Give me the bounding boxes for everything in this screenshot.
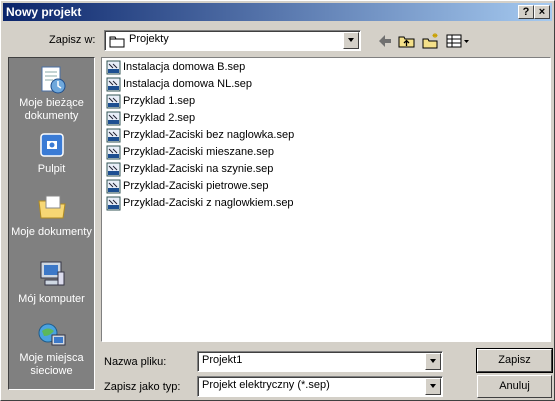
file-name: Instalacja domowa B.sep xyxy=(123,61,246,73)
view-menu-icon[interactable] xyxy=(445,31,471,51)
place-recent-documents[interactable]: Moje bieżące dokumenty xyxy=(9,64,94,126)
place-network-places[interactable]: Moje miejsca sieciowe xyxy=(9,320,94,382)
filetype-dropdown-arrow[interactable] xyxy=(425,378,441,395)
filename-value: Projekt1 xyxy=(202,354,243,366)
filename-label: Nazwa pliku: xyxy=(104,356,167,368)
sep-file-icon xyxy=(106,111,121,126)
location-value: Projekty xyxy=(129,33,169,45)
place-label: Pulpit xyxy=(37,163,66,175)
file-name: Przyklad-Zaciski mieszane.sep xyxy=(123,146,274,158)
recent-documents-icon xyxy=(41,66,66,94)
file-list[interactable]: Instalacja domowa B.sep Instalacja domowa… xyxy=(101,57,551,342)
filename-dropdown-arrow[interactable] xyxy=(425,353,441,370)
my-documents-icon xyxy=(38,195,66,219)
sep-file-icon xyxy=(106,196,121,211)
file-name: Przyklad 1.sep xyxy=(123,95,196,107)
places-bar: Moje bieżące dokumenty Pulpit Moje dokum… xyxy=(8,57,95,390)
sep-file-icon xyxy=(106,162,121,177)
file-name: Przyklad-Zaciski z naglowkiem.sep xyxy=(123,197,294,209)
filetype-select[interactable]: Projekt elektryczny (*.sep) xyxy=(197,376,443,397)
title-bar: Nowy projekt ? × xyxy=(3,3,552,21)
place-label: Moje dokumenty xyxy=(11,226,92,238)
file-name: Przyklad-Zaciski na szynie.sep xyxy=(123,163,274,175)
sep-file-icon xyxy=(106,145,121,160)
file-name: Przyklad-Zaciski bez naglowka.sep xyxy=(123,129,295,141)
place-my-documents[interactable]: Moje dokumenty xyxy=(9,191,94,253)
my-computer-icon xyxy=(40,261,65,286)
place-label: Mój komputer xyxy=(18,293,85,305)
desktop-icon xyxy=(40,133,64,157)
sep-file-icon xyxy=(106,77,121,92)
location-dropdown-arrow[interactable] xyxy=(343,32,359,49)
location-combo[interactable]: Projekty xyxy=(104,30,361,51)
filetype-value: Projekt elektryczny (*.sep) xyxy=(202,379,330,391)
window-title: Nowy projekt xyxy=(6,5,82,19)
sep-file-icon xyxy=(106,179,121,194)
help-button[interactable]: ? xyxy=(518,5,534,19)
save-dialog: Nowy projekt ? × Zapisz w: Projekty Moje… xyxy=(0,0,555,401)
new-folder-icon[interactable] xyxy=(421,31,441,51)
filename-input[interactable]: Projekt1 xyxy=(197,351,443,372)
place-my-computer[interactable]: Mój komputer xyxy=(9,258,94,306)
up-folder-icon[interactable] xyxy=(397,31,417,51)
filetype-label: Zapisz jako typ: xyxy=(104,381,181,393)
file-name: Przyklad 2.sep xyxy=(123,112,196,124)
close-button[interactable]: × xyxy=(534,5,550,19)
place-label: Moje bieżące dokumenty xyxy=(19,97,84,122)
folder-icon xyxy=(109,36,125,48)
file-name: Przyklad-Zaciski pietrowe.sep xyxy=(123,180,269,192)
cancel-button[interactable]: Anuluj xyxy=(477,375,552,398)
sep-file-icon xyxy=(106,94,121,109)
network-places-icon xyxy=(38,323,66,346)
save-button[interactable]: Zapisz xyxy=(476,348,553,373)
sep-file-icon xyxy=(106,128,121,143)
place-label: Moje miejsca sieciowe xyxy=(19,352,84,377)
location-label: Zapisz w: xyxy=(49,34,96,46)
back-icon[interactable] xyxy=(375,31,395,51)
place-desktop[interactable]: Pulpit xyxy=(9,130,94,178)
file-name: Instalacja domowa NL.sep xyxy=(123,78,253,90)
sep-file-icon xyxy=(106,60,121,75)
